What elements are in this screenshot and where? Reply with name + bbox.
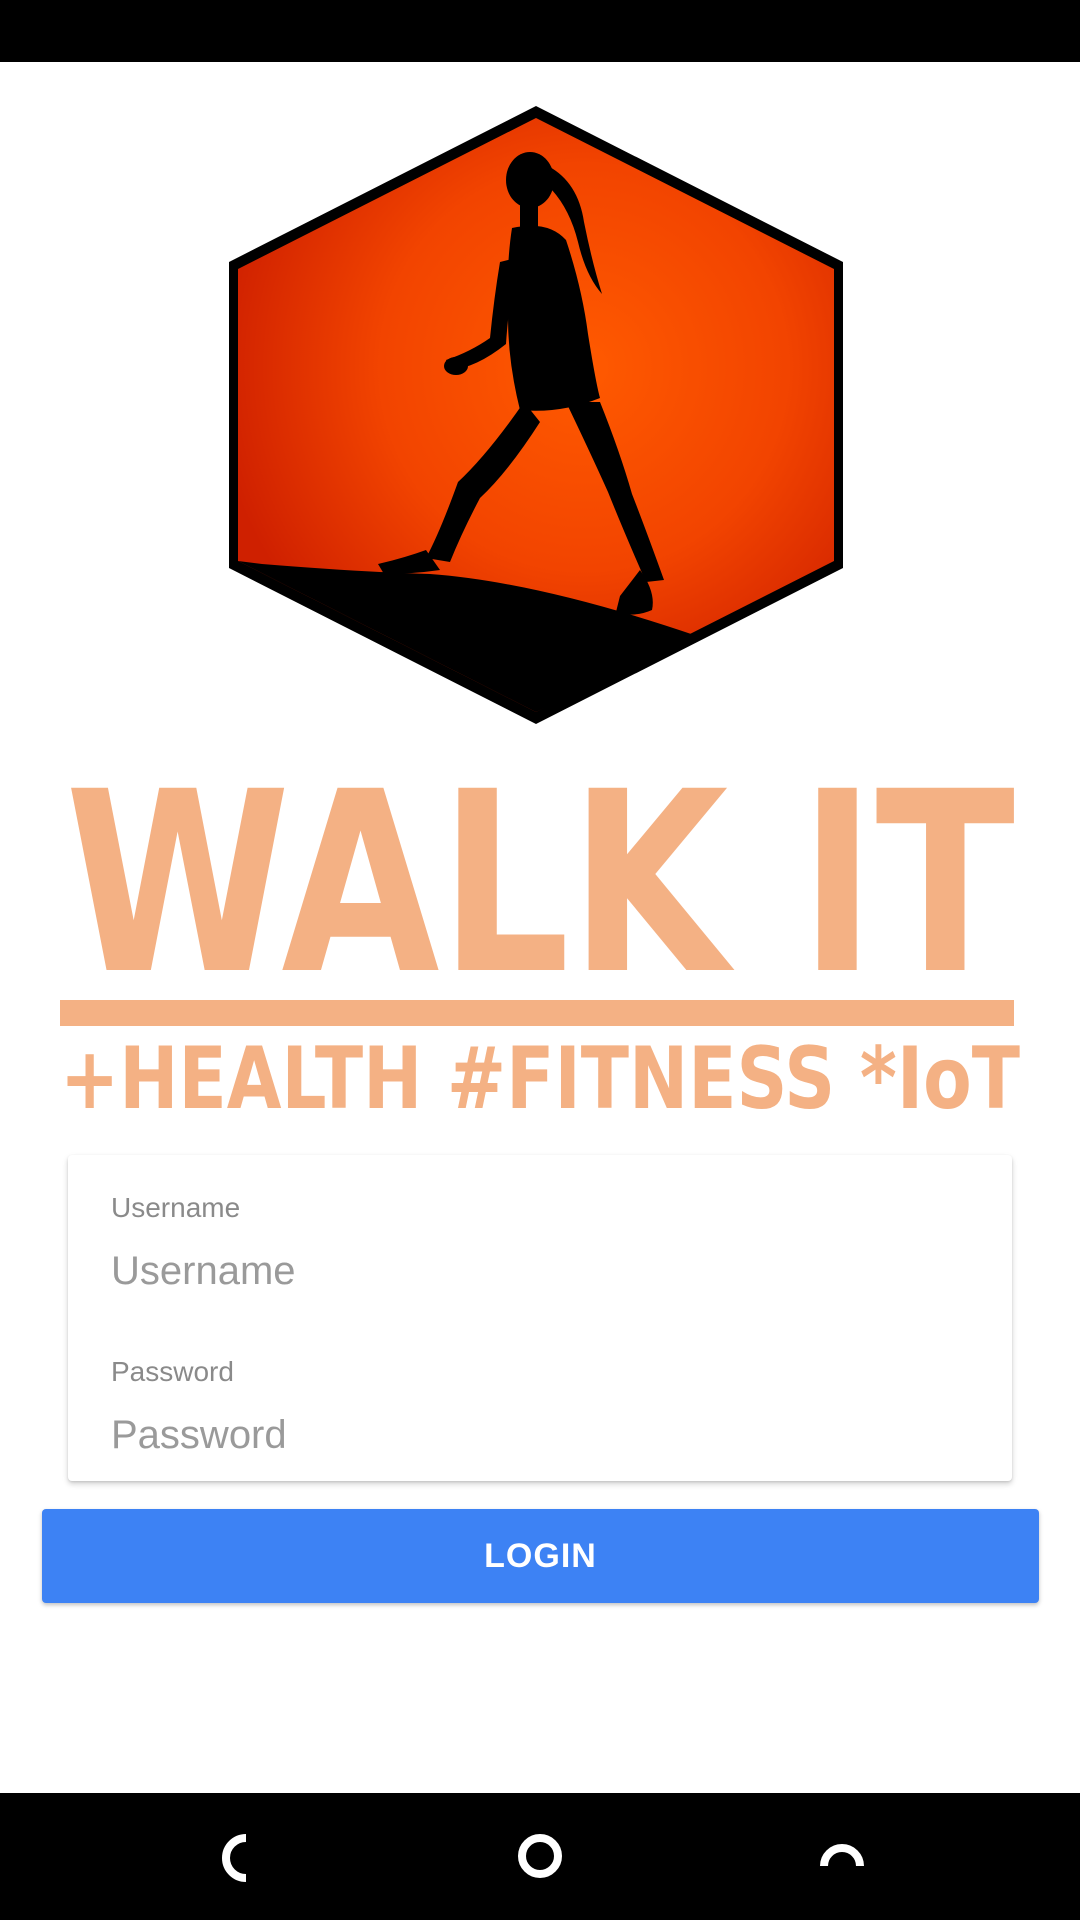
recents-icon[interactable]	[780, 1793, 900, 1920]
username-label: Username	[111, 1192, 241, 1223]
password-label: Password	[111, 1356, 234, 1387]
walking-woman-hexagon-logo: WALK IT +HEALTH #FITNESS *IoT	[60, 106, 1020, 1122]
navigation-bar	[0, 1793, 1080, 1920]
app-logo: WALK IT +HEALTH #FITNESS *IoT	[0, 62, 1080, 1122]
username-field-group: Username	[111, 1191, 971, 1297]
login-card: Username Password	[68, 1155, 1012, 1481]
password-field-group: Password	[111, 1355, 971, 1461]
home-icon[interactable]	[480, 1793, 600, 1920]
username-input[interactable]	[111, 1245, 971, 1297]
svg-text:WALK IT: WALK IT	[65, 738, 1015, 1029]
svg-text:+HEALTH #FITNESS *IoT: +HEALTH #FITNESS *IoT	[60, 1029, 1020, 1122]
password-input[interactable]	[111, 1409, 971, 1461]
login-button[interactable]: LOGIN	[42, 1509, 1039, 1603]
back-icon[interactable]	[180, 1793, 300, 1920]
status-bar	[0, 0, 1080, 62]
